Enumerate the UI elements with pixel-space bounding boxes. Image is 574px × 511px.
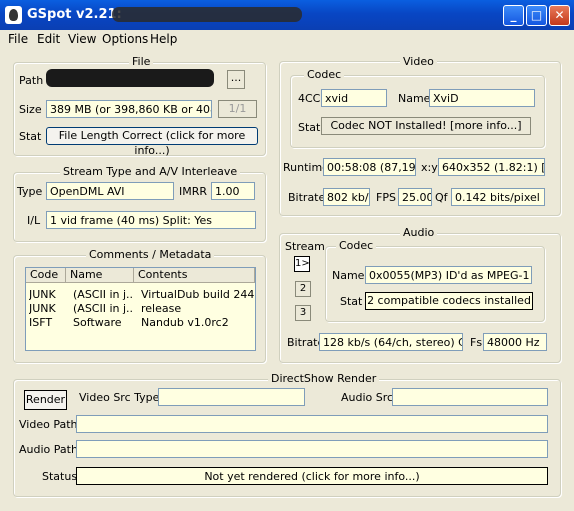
audio-group-label: Audio — [400, 226, 438, 239]
cell-name: Software — [73, 316, 122, 329]
menu-edit[interactable]: Edit — [37, 32, 60, 46]
close-button[interactable]: ✕ — [549, 5, 570, 26]
table-row[interactable]: ISFT Software Nandub v1.0rc2 — [26, 316, 255, 329]
video-stat-label: Stat — [298, 121, 321, 134]
video-src-type-label: Video Src Type — [79, 391, 160, 404]
size-label: Size — [19, 103, 42, 116]
fs-field: 48000 Hz — [483, 333, 547, 351]
menu-view[interactable]: View — [68, 32, 96, 46]
stat-label: Stat — [19, 130, 42, 143]
comments-list[interactable]: Code Name Contents JUNK (ASCII in j... V… — [25, 267, 256, 351]
app-icon — [5, 6, 22, 24]
cell-code: JUNK — [29, 288, 56, 301]
audio-stat-field[interactable]: 2 compatible codecs installed — [365, 292, 533, 310]
cell-name: (ASCII in j... — [73, 288, 133, 301]
render-button[interactable]: Render — [24, 390, 67, 410]
comments-group-label: Comments / Metadata — [86, 248, 215, 261]
video-codec-label: Codec — [304, 68, 345, 81]
type-field: OpenDML AVI — [46, 182, 174, 200]
status-field[interactable]: Not yet rendered (click for more info...… — [76, 467, 548, 485]
cell-contents: VirtualDub build 24464 — [141, 288, 255, 301]
cell-code: JUNK — [29, 302, 56, 315]
qf-label: Qf — [435, 191, 448, 204]
cell-contents: release — [141, 302, 182, 315]
fs-label: Fs — [470, 336, 483, 349]
fps-label: FPS — [376, 191, 396, 204]
redacted-path — [46, 69, 214, 87]
type-label: Type — [17, 185, 43, 198]
codec-stat-button[interactable]: Codec NOT Installed! [more info...] — [321, 117, 531, 135]
runtime-field: 00:58:08 (87,193 fr — [323, 158, 416, 176]
stream-label: Stream — [285, 240, 325, 253]
video-bitrate-label: Bitrate — [288, 191, 326, 204]
stream-1-button[interactable]: 1> — [294, 256, 310, 272]
menu-file[interactable]: File — [8, 32, 28, 46]
column-header-contents[interactable]: Contents — [134, 268, 255, 283]
menu-help[interactable]: Help — [150, 32, 177, 46]
size-page-button[interactable]: 1/1 — [218, 100, 257, 118]
audio-bitrate-field: 128 kb/s (64/ch, stereo) CB — [319, 333, 463, 351]
audio-codec-label: Codec — [336, 239, 377, 252]
redacted-filename — [112, 7, 302, 22]
audio-path-field — [76, 440, 548, 458]
column-header-code[interactable]: Code — [26, 268, 66, 283]
stream-2-button[interactable]: 2 — [295, 281, 311, 297]
maximize-button[interactable]: □ — [526, 5, 547, 26]
file-group-label: File — [129, 55, 154, 68]
directshow-group-label: DirectShow Render — [268, 372, 380, 385]
window-title: GSpot v2.21: — [27, 7, 122, 22]
audio-stat-label: Stat — [340, 295, 363, 308]
menu-options[interactable]: Options — [102, 32, 148, 46]
xy-field: 640x352 (1.82:1) [=20 — [438, 158, 545, 176]
table-row[interactable]: JUNK (ASCII in j... release — [26, 302, 255, 315]
cell-contents: Nandub v1.0rc2 — [141, 316, 229, 329]
table-row[interactable]: JUNK (ASCII in j... VirtualDub build 244… — [26, 288, 255, 301]
qf-field: 0.142 bits/pixel — [451, 188, 545, 206]
stream-3-button[interactable]: 3 — [295, 305, 311, 321]
imrr-label: IMRR — [179, 185, 208, 198]
video-path-field — [76, 415, 548, 433]
audio-path-label: Audio Path — [19, 443, 78, 456]
il-field: 1 vid frame (40 ms) Split: Yes — [46, 211, 256, 229]
il-label: I/L — [27, 214, 41, 227]
fps-field: 25.00 — [398, 188, 432, 206]
fourcc-field: xvid — [321, 89, 387, 107]
column-header-name[interactable]: Name — [66, 268, 134, 283]
audio-codec-group — [325, 246, 545, 322]
browse-button[interactable]: ... — [227, 70, 245, 89]
xy-label: x:y — [421, 161, 438, 174]
status-label: Status — [42, 470, 78, 483]
minimize-button[interactable]: _ — [503, 5, 524, 26]
video-group-label: Video — [400, 55, 437, 68]
audio-name-label: Name — [332, 269, 365, 282]
path-label: Path — [19, 74, 44, 87]
video-src-type-field — [158, 388, 305, 406]
video-path-label: Video Path — [19, 418, 78, 431]
file-stat-button[interactable]: File Length Correct (click for more info… — [46, 127, 258, 157]
video-name-field: XviD — [429, 89, 535, 107]
cell-code: ISFT — [29, 316, 53, 329]
cell-name: (ASCII in j... — [73, 302, 133, 315]
title-bar: GSpot v2.21: _ □ ✕ — [0, 0, 574, 30]
audio-name-field: 0x0055(MP3) ID'd as MPEG-1 Lay — [365, 266, 532, 284]
imrr-field: 1.00 — [211, 182, 255, 200]
fourcc-label: 4CC — [298, 92, 321, 105]
video-name-label: Name — [398, 92, 431, 105]
audio-src-label: Audio Src — [341, 391, 394, 404]
video-codec-group — [290, 75, 545, 148]
audio-src-field — [392, 388, 548, 406]
video-bitrate-field: 802 kb/s — [323, 188, 370, 206]
size-field: 389 MB (or 398,860 KB or 408,43 — [46, 100, 212, 118]
stream-type-group-label: Stream Type and A/V Interleave — [60, 165, 241, 178]
